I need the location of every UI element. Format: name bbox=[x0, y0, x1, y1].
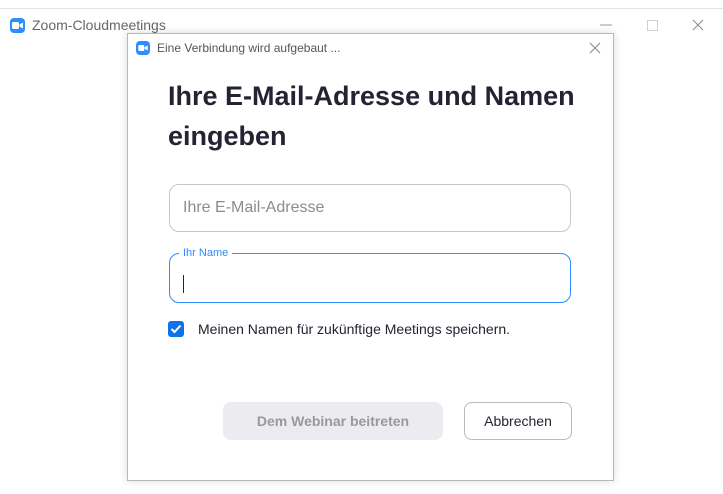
close-icon[interactable] bbox=[587, 40, 603, 56]
name-field-label: Ihr Name bbox=[179, 247, 233, 259]
cancel-button[interactable]: Abbrechen bbox=[464, 402, 572, 440]
background-window-titlebar: Zoom-Cloudmeetings bbox=[10, 17, 166, 33]
top-divider bbox=[0, 8, 723, 9]
remember-checkbox[interactable] bbox=[168, 321, 184, 337]
checkmark-icon bbox=[170, 324, 182, 334]
remember-label: Meinen Namen für zukünftige Meetings spe… bbox=[198, 321, 511, 337]
close-icon[interactable] bbox=[675, 14, 721, 36]
zoom-logo-icon bbox=[10, 17, 25, 33]
email-field[interactable]: Ihre E-Mail-Adresse bbox=[169, 184, 571, 232]
dialog-titlebar: Eine Verbindung wird aufgebaut ... bbox=[136, 41, 340, 55]
page-title: Ihre E-Mail-Adresse und Namen eingeben bbox=[168, 81, 575, 151]
text-cursor bbox=[183, 275, 184, 293]
join-dialog: Eine Verbindung wird aufgebaut ... Ihre … bbox=[127, 33, 614, 481]
zoom-logo-icon bbox=[136, 41, 150, 55]
dialog-title: Eine Verbindung wird aufgebaut ... bbox=[157, 41, 341, 55]
background-window-title: Zoom-Cloudmeetings bbox=[32, 17, 166, 33]
email-placeholder: Ihre E-Mail-Adresse bbox=[183, 199, 325, 216]
name-field[interactable]: Ihr Name bbox=[169, 247, 571, 303]
maximize-icon[interactable] bbox=[629, 14, 675, 36]
join-webinar-button[interactable]: Dem Webinar beitreten bbox=[223, 402, 443, 440]
remember-name-option[interactable]: Meinen Namen für zukünftige Meetings spe… bbox=[168, 321, 510, 337]
